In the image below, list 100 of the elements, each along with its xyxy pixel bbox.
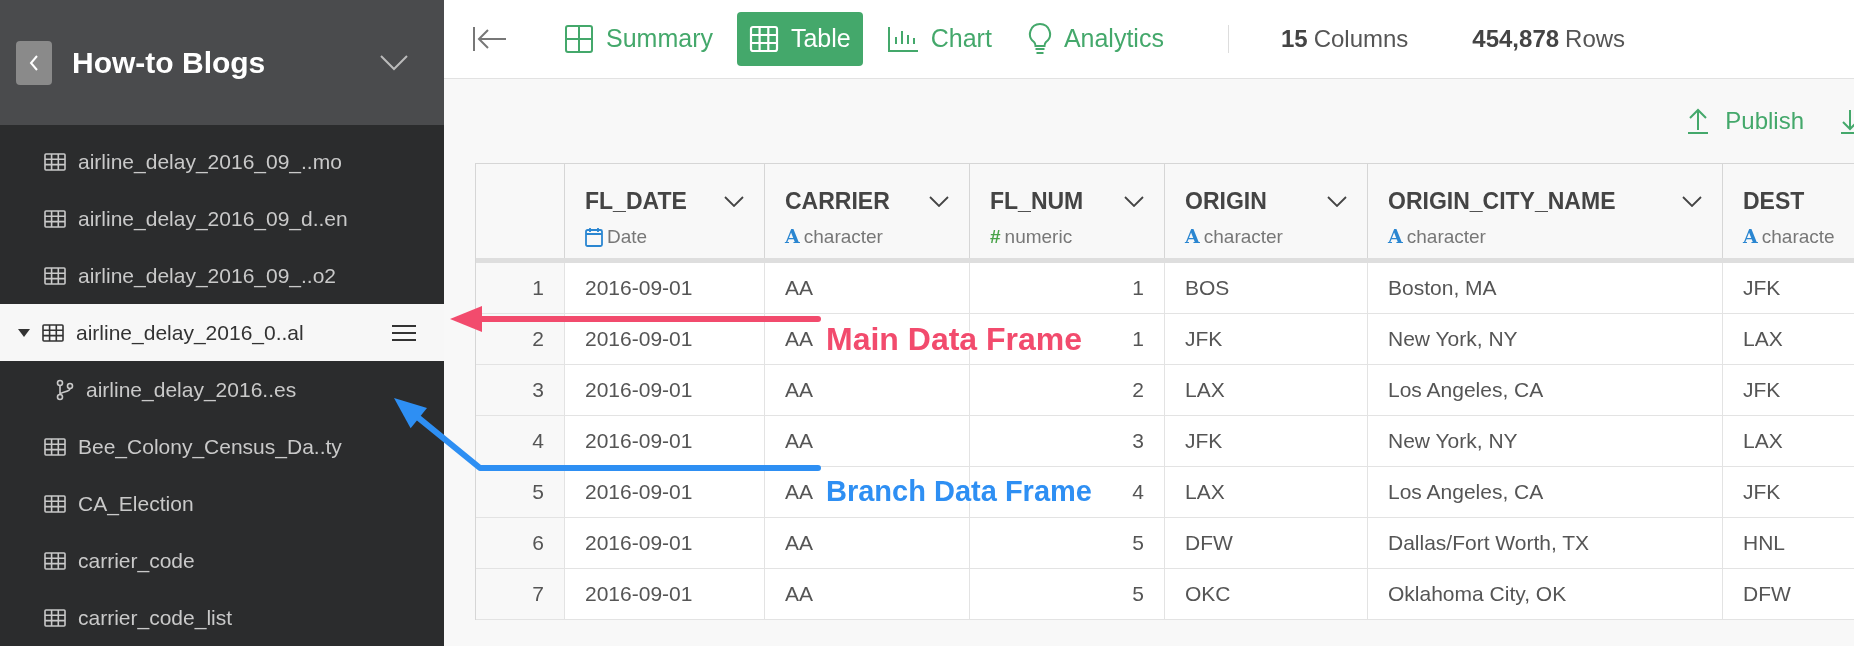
chevron-down-icon[interactable]	[929, 195, 949, 207]
column-type: characte	[1761, 224, 1835, 249]
sidebar-item[interactable]: carrier_code_list	[0, 589, 444, 646]
collapse-sidebar-icon[interactable]	[472, 25, 508, 53]
column-header[interactable]: FL_DATE Date	[565, 164, 765, 258]
row-number: 4	[476, 416, 565, 466]
table-cell: Boston, MA	[1368, 263, 1723, 313]
column-header[interactable]: ORIGIN_CITY_NAME A character	[1368, 164, 1723, 258]
table-cell: 3	[970, 416, 1165, 466]
table-cell: AA	[765, 416, 970, 466]
sidebar-item[interactable]: airline_delay_2016_09_d..en	[0, 190, 444, 247]
column-name: DEST	[1743, 187, 1805, 216]
table-icon	[44, 152, 66, 171]
chevron-down-icon[interactable]	[1682, 195, 1702, 207]
table-cell: 5	[970, 569, 1165, 619]
stat-label: Columns	[1313, 24, 1409, 54]
caret-down-icon[interactable]	[18, 327, 30, 338]
column-name: ORIGIN_CITY_NAME	[1388, 187, 1616, 216]
table-cell: OKC	[1165, 569, 1368, 619]
annotation-label: Main Data Frame	[826, 323, 1083, 355]
download-icon[interactable]	[1840, 108, 1854, 134]
table-icon	[44, 209, 66, 228]
menu-icon[interactable]	[392, 323, 416, 342]
column-name: ORIGIN	[1185, 187, 1267, 216]
dataframe-name: Bee_Colony_Census_Da..ty	[78, 433, 342, 461]
letter-type-icon: A	[785, 227, 800, 247]
table-cell: JFK	[1723, 467, 1854, 517]
table-cell: DFW	[1723, 569, 1854, 619]
letter-type-icon: A	[1185, 227, 1200, 247]
chevron-left-icon	[29, 54, 39, 71]
table-cell: Oklahoma City, OK	[1368, 569, 1723, 619]
table-cell: New York, NY	[1368, 416, 1723, 466]
dataframe-name: CA_Election	[78, 490, 194, 518]
lightbulb-icon	[1027, 22, 1052, 56]
stat-value: 15	[1280, 24, 1308, 54]
table-icon	[748, 25, 779, 53]
column-name: CARRIER	[785, 187, 890, 216]
column-header[interactable]: DEST A characte	[1723, 164, 1854, 258]
chevron-down-icon[interactable]	[724, 195, 744, 207]
column-header[interactable]: ORIGIN A character	[1165, 164, 1368, 258]
column-type: character	[1203, 224, 1283, 249]
table-cell: Los Angeles, CA	[1368, 365, 1723, 415]
table-icon	[44, 494, 66, 513]
stat-label: Rows	[1565, 24, 1626, 54]
table-cell: LAX	[1165, 365, 1368, 415]
column-type: numeric	[1004, 224, 1073, 249]
table-cell: Dallas/Fort Worth, TX	[1368, 518, 1723, 568]
table-cell: JFK	[1165, 314, 1368, 364]
dataframe-name: airline_delay_2016_09_..o2	[78, 262, 337, 290]
table-cell: 2	[970, 365, 1165, 415]
table-cell: AA	[765, 263, 970, 313]
dataframe-name: airline_delay_2016_09_d..en	[78, 205, 348, 233]
sidebar-item[interactable]: Bee_Colony_Census_Da..ty	[0, 418, 444, 475]
table-cell: AA	[765, 569, 970, 619]
column-header[interactable]: FL_NUM # numeric	[970, 164, 1165, 258]
table-cell: 2016-09-01	[565, 314, 765, 364]
sidebar-item[interactable]: airline_delay_2016..es	[0, 361, 444, 418]
branch-icon	[56, 378, 74, 401]
bar-chart-icon	[886, 26, 919, 52]
table-cell: 5	[970, 518, 1165, 568]
sidebar-item[interactable]: airline_delay_2016_09_..o2	[0, 247, 444, 304]
dataframe-name: carrier_code	[78, 547, 195, 575]
chevron-down-icon[interactable]	[1327, 195, 1347, 207]
table-icon	[44, 608, 66, 627]
back-button[interactable]	[16, 40, 52, 85]
table-icon	[44, 551, 66, 570]
dataframe-name: airline_delay_2016_09_..mo	[78, 148, 342, 176]
table-cell: Los Angeles, CA	[1368, 467, 1723, 517]
upload-icon	[1687, 108, 1710, 134]
row-number: 1	[476, 263, 565, 313]
column-header[interactable]: CARRIER A character	[765, 164, 970, 258]
table-cell: 2016-09-01	[565, 416, 765, 466]
row-number: 3	[476, 365, 565, 415]
chevron-down-icon[interactable]	[380, 54, 408, 71]
row-number: 7	[476, 569, 565, 619]
column-name: FL_NUM	[990, 187, 1084, 216]
table-cell: 2016-09-01	[565, 518, 765, 568]
table-icon	[44, 437, 66, 456]
table-cell: 1	[970, 263, 1165, 313]
sidebar-item[interactable]: CA_Election	[0, 475, 444, 532]
sidebar-item[interactable]: airline_delay_2016_0..al	[0, 304, 444, 361]
sidebar-item[interactable]: airline_delay_2016_09_..mo	[0, 133, 444, 190]
column-type: character	[1406, 224, 1486, 249]
chevron-down-icon[interactable]	[1124, 195, 1144, 207]
table-cell: JFK	[1723, 263, 1854, 313]
sidebar-item[interactable]: carrier_code	[0, 532, 444, 589]
dataframe-name: airline_delay_2016..es	[86, 376, 297, 404]
letter-type-icon: A	[1743, 227, 1758, 247]
table-cell: JFK	[1165, 416, 1368, 466]
table-cell: HNL	[1723, 518, 1854, 568]
hash-type-icon: #	[990, 227, 1001, 247]
letter-type-icon: A	[1388, 227, 1403, 247]
table-cell: LAX	[1165, 467, 1368, 517]
annotation-label: Branch Data Frame	[826, 477, 1092, 506]
grid-icon	[564, 24, 594, 54]
table-cell: AA	[765, 518, 970, 568]
dataframe-name: airline_delay_2016_0..al	[76, 319, 304, 347]
row-number: 6	[476, 518, 565, 568]
table-icon	[42, 323, 64, 342]
column-type: Date	[607, 224, 648, 249]
